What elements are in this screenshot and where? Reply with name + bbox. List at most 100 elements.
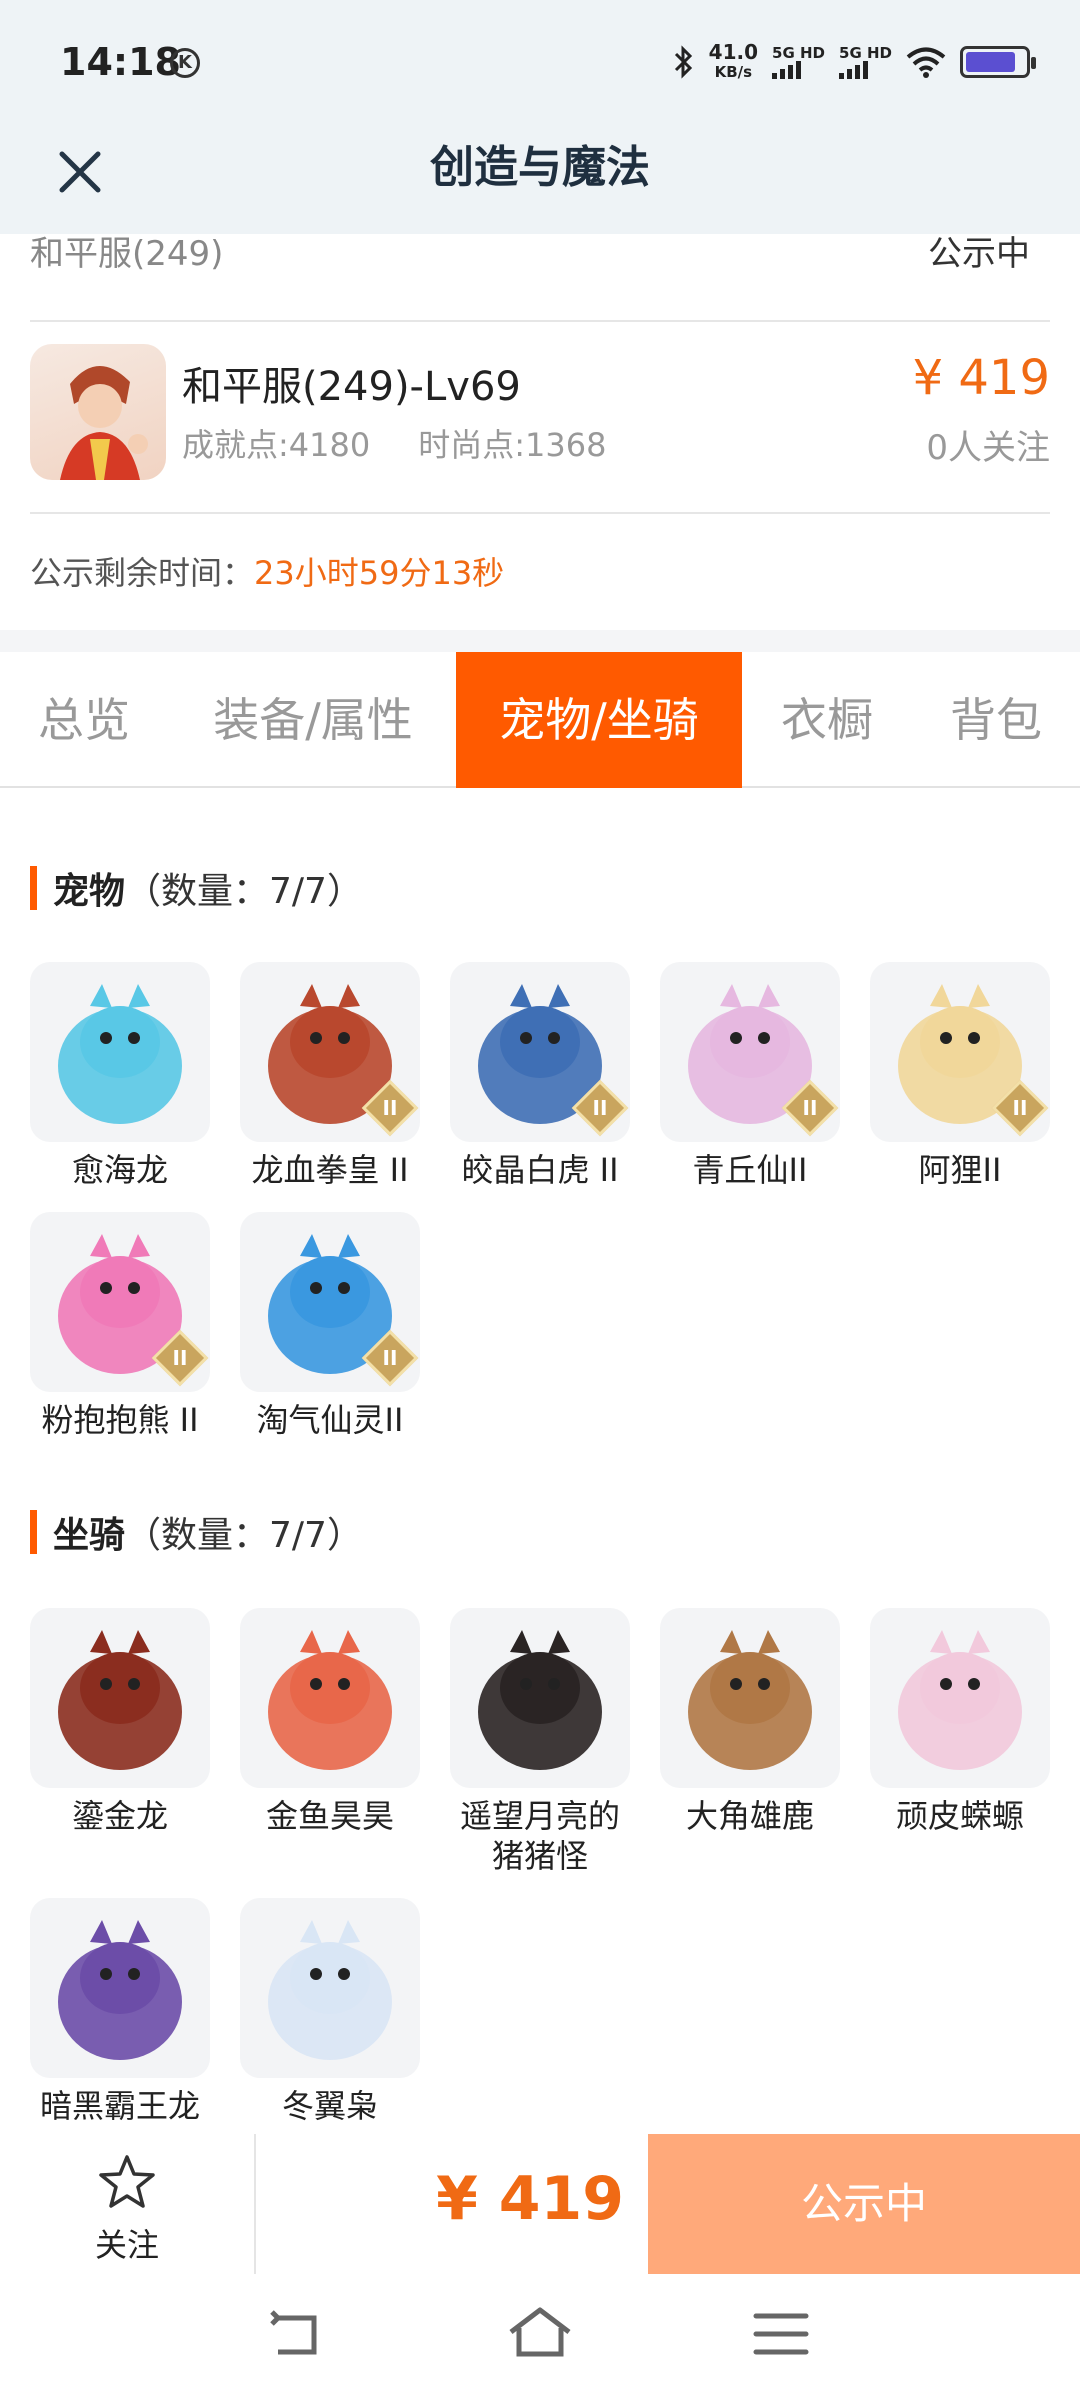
pet-thumbnail: II (30, 1212, 210, 1392)
mounts-title: 坐骑 (53, 1515, 126, 1556)
tab-equipment[interactable]: 装备/属性 (178, 652, 448, 788)
status-icons: 41.0 KB/s 5G HD 5G HD (673, 42, 1036, 82)
pet-thumbnail: II (450, 962, 630, 1142)
status-label: 公示中 (928, 234, 1030, 274)
mount-item[interactable]: 顽皮蝾螈 (855, 1608, 1065, 1836)
mount-item[interactable]: 暗黑霸王龙 (15, 1898, 225, 2126)
mount-name: 大角雄鹿 (685, 1797, 814, 1835)
server-row: 和平服(249) 公示中 (30, 234, 1050, 322)
top-nav-bar: 创造与魔法 (0, 130, 1080, 234)
mount-name: 暗黑霸王龙 (39, 2087, 200, 2125)
character-price: ¥ 419 (912, 350, 1050, 406)
status-bar: 14:18 K 41.0 KB/s 5G HD 5G HD (0, 0, 1080, 130)
section-accent-bar (30, 1510, 37, 1554)
public-countdown: 公示剩余时间：23小时59分13秒 (30, 548, 504, 594)
mount-thumbnail (870, 1608, 1050, 1788)
pet-thumbnail: II (660, 962, 840, 1142)
pets-count: （数量：7/7） (125, 871, 363, 912)
k-badge-icon: K (170, 48, 200, 78)
fashion-points: 时尚点:1368 (418, 426, 607, 464)
mount-name: 金鱼昊昊 (265, 1797, 394, 1835)
pet-name: 愈海龙 (71, 1151, 168, 1189)
bottom-price: ¥ 419 (436, 2164, 624, 2234)
signal-bars-icon (839, 61, 892, 79)
mount-item[interactable]: 遥望月亮的猪猪怪 (435, 1608, 645, 1876)
system-nav-bar (0, 2274, 1080, 2400)
mount-thumbnail (240, 1898, 420, 2078)
pet-item[interactable]: II 阿狸II (855, 962, 1065, 1190)
pet-name: 淘气仙灵II (256, 1401, 404, 1439)
pet-item[interactable]: II 青丘仙II (645, 962, 855, 1190)
section-divider (0, 630, 1080, 652)
mounts-count: （数量：7/7） (125, 1515, 363, 1556)
pet-item[interactable]: II 龙血拳皇 II (225, 962, 435, 1190)
mount-item[interactable]: 冬翼枭 (225, 1898, 435, 2126)
signal-bars-icon (772, 61, 825, 79)
net-speed: 41.0 KB/s (709, 42, 758, 82)
mount-thumbnail (240, 1608, 420, 1788)
mount-thumbnail (450, 1608, 630, 1788)
mount-item[interactable]: 大角雄鹿 (645, 1608, 855, 1836)
battery-icon (960, 46, 1036, 78)
countdown-value: 23小时59分13秒 (254, 554, 505, 592)
achievement-points: 成就点:4180 (182, 426, 371, 464)
character-stats: 成就点:4180 时尚点:1368 (182, 420, 606, 466)
signal-2: 5G HD (839, 45, 892, 79)
mount-item[interactable]: 金鱼昊昊 (225, 1608, 435, 1836)
pet-thumbnail: II (240, 1212, 420, 1392)
signal-1: 5G HD (772, 45, 825, 79)
mount-item[interactable]: 鎏金龙 (15, 1608, 225, 1836)
pet-name: 青丘仙II (692, 1151, 808, 1189)
mount-name: 顽皮蝾螈 (895, 1797, 1024, 1835)
pet-thumbnail: II (870, 962, 1050, 1142)
mount-name: 冬翼枭 (281, 2087, 378, 2125)
net-speed-value: 41.0 (708, 40, 759, 64)
star-icon (99, 2155, 155, 2208)
mounts-section-title: 坐骑 （数量：7/7） (30, 1508, 363, 1556)
status-time: 14:18 (60, 40, 181, 84)
pet-item[interactable]: II 皎晶白虎 II (435, 962, 645, 1190)
listing-info: 和平服(249) 公示中 和平服(249)-Lv69 成就点:4180 时尚点:… (0, 234, 1080, 630)
watcher-count: 0人关注 (926, 428, 1050, 468)
pet-item[interactable]: II 淘气仙灵II (225, 1212, 435, 1440)
bottom-action-bar: 关注 ¥ 419 公示中 (0, 2134, 1080, 2274)
pet-name: 阿狸II (918, 1151, 1002, 1189)
watch-button[interactable]: 关注 (0, 2134, 256, 2274)
mount-thumbnail (660, 1608, 840, 1788)
menu-icon[interactable] (746, 2304, 816, 2364)
server-label: 和平服(249) (30, 234, 224, 274)
pet-name: 龙血拳皇 II (251, 1151, 409, 1189)
pet-name: 皎晶白虎 II (461, 1151, 619, 1189)
character-name: 和平服(249)-Lv69 (182, 364, 521, 410)
home-icon[interactable] (505, 2304, 575, 2364)
detail-tabs: 总览 装备/属性 宠物/坐骑 衣橱 背包 (0, 652, 1080, 788)
pet-item[interactable]: II 粉抱抱熊 II (15, 1212, 225, 1440)
pets-title: 宠物 (53, 871, 126, 912)
page-title: 创造与魔法 (430, 142, 650, 193)
character-avatar (30, 344, 166, 480)
signal-1-label: 5G HD (772, 44, 826, 62)
section-accent-bar (30, 866, 37, 910)
mount-thumbnail (30, 1898, 210, 2078)
pets-section-title: 宠物 （数量：7/7） (30, 864, 363, 912)
tab-overview[interactable]: 总览 (0, 652, 168, 788)
character-card[interactable]: 和平服(249)-Lv69 成就点:4180 时尚点:1368 ¥ 419 0人… (30, 324, 1050, 514)
pet-thumbnail: II (240, 962, 420, 1142)
watch-label: 关注 (94, 2226, 159, 2264)
tab-pets-mounts[interactable]: 宠物/坐骑 (456, 652, 742, 788)
public-status-button[interactable]: 公示中 (648, 2134, 1080, 2274)
pet-name: 粉抱抱熊 II (41, 1401, 199, 1439)
pet-item[interactable]: 愈海龙 (15, 962, 225, 1190)
back-icon[interactable] (264, 2304, 334, 2364)
tab-wardrobe[interactable]: 衣橱 (752, 652, 902, 788)
net-speed-unit: KB/s (714, 63, 753, 81)
mount-thumbnail (30, 1608, 210, 1788)
mount-name: 鎏金龙 (71, 1797, 168, 1835)
tab-backpack[interactable]: 背包 (912, 652, 1080, 788)
bluetooth-icon (674, 45, 692, 79)
countdown-label: 公示剩余时间： (30, 554, 255, 592)
mount-name: 遥望月亮的猪猪怪 (459, 1797, 620, 1875)
pet-thumbnail (30, 962, 210, 1142)
signal-2-label: 5G HD (839, 44, 892, 62)
wifi-icon (906, 47, 946, 78)
